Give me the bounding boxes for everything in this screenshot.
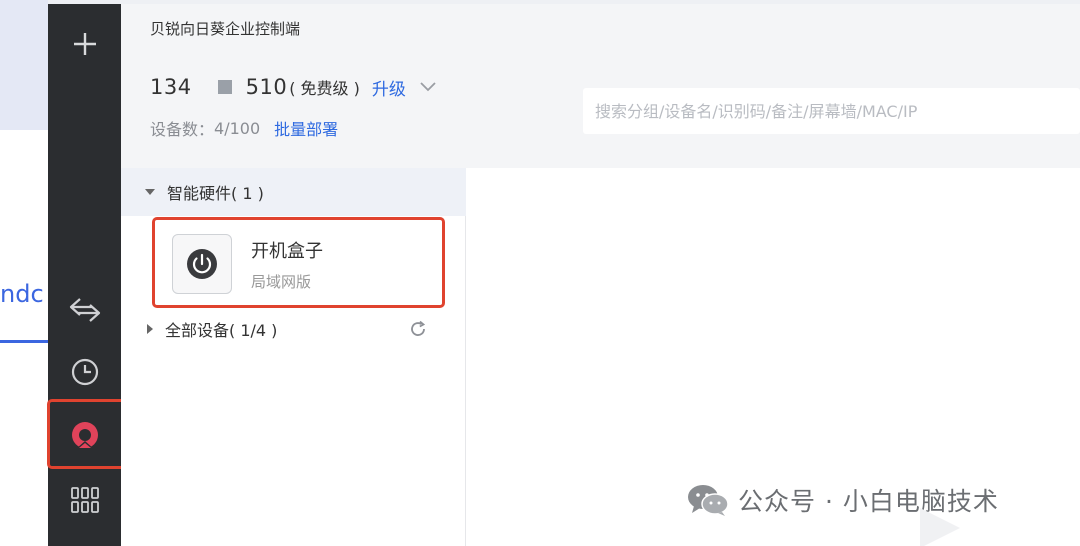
account-row: 134 510 ( 免费级 ) 升级 [150,74,436,100]
account-id-prefix: 134 [150,75,192,99]
chevron-down-icon[interactable] [420,82,436,92]
apps-button[interactable] [48,478,121,522]
refresh-icon[interactable] [409,320,427,338]
batch-deploy-link[interactable]: 批量部署 [274,116,338,140]
history-button[interactable] [48,350,121,394]
grid-icon [70,487,99,513]
masked-account-digits [217,80,232,94]
transfer-button[interactable] [48,288,121,332]
background-partial-text: ndc [0,280,44,308]
device-count-value: 4/100 [214,118,261,138]
app-title: 贝锐向日葵企业控制端 [150,20,301,38]
group-label: 智能硬件( 1 ) [167,184,264,203]
device-count-row: 设备数： 4/100 批量部署 [150,116,338,140]
clock-icon [71,358,98,386]
search-input[interactable] [595,101,1080,121]
add-button[interactable] [48,22,121,66]
account-id-suffix: 510 [245,75,288,99]
device-highlight-box [152,217,445,308]
background-tab-underline [0,340,52,343]
plus-icon [73,33,96,55]
watermark-play-decoration [920,508,960,546]
group-smart-hardware[interactable]: 智能硬件( 1 ) [121,168,466,216]
wechat-icon [688,485,729,516]
search-box[interactable] [583,88,1080,134]
upgrade-link[interactable]: 升级 [372,75,406,100]
swap-arrows-icon [69,298,100,322]
device-count-label: 设备数： [150,120,215,139]
account-tier: ( 免费级 ) [289,79,360,98]
caret-right-icon [147,324,153,334]
all-devices-label: 全部设备( 1/4 ) [165,321,278,340]
caret-down-icon [145,189,155,195]
account-header: 贝锐向日葵企业控制端 134 510 ( 免费级 ) 升级 设备数： 4/100… [121,4,1080,168]
